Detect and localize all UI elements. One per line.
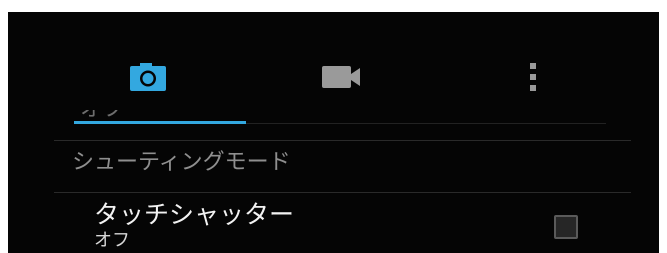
more-vert-icon	[530, 63, 536, 91]
settings-panel: オフ シューティングモード タッチシャッター オフ	[8, 12, 659, 253]
scrolled-item-text: オフ	[80, 110, 180, 121]
tab-indicator	[74, 121, 246, 124]
video-icon	[322, 66, 360, 88]
divider	[54, 140, 631, 141]
tab-camera[interactable]	[118, 52, 178, 102]
setting-summary: オフ	[94, 230, 130, 251]
setting-title: タッチシャッター	[94, 200, 295, 229]
tab-more[interactable]	[503, 52, 563, 102]
touch-shutter-setting[interactable]: タッチシャッター オフ	[8, 193, 659, 253]
touch-shutter-checkbox[interactable]	[554, 215, 578, 239]
camera-icon	[130, 63, 166, 91]
section-header: シューティングモード	[72, 150, 291, 175]
tab-video[interactable]	[312, 52, 372, 102]
settings-tab-bar: オフ	[8, 12, 659, 124]
